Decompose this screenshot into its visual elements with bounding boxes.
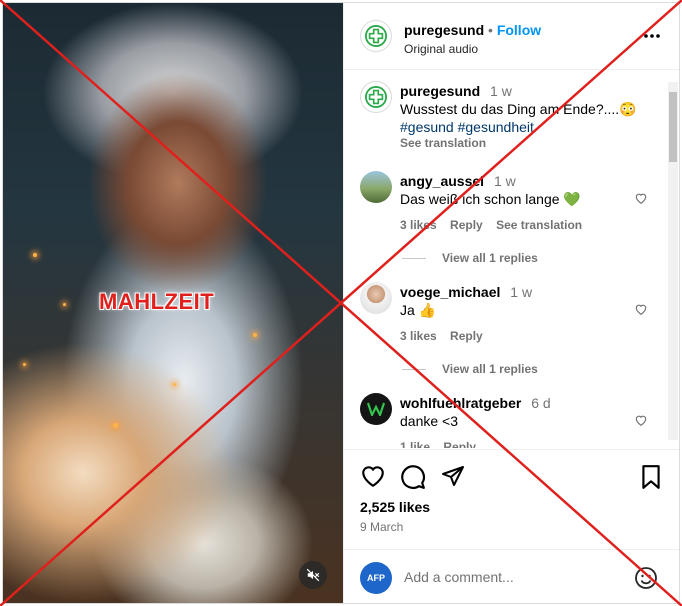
separator-dot: •: [488, 22, 493, 38]
spark: [63, 303, 66, 306]
comment-time: 6 d: [531, 395, 551, 411]
see-translation-button[interactable]: See translation: [496, 218, 582, 232]
spark: [173, 383, 176, 386]
caption-avatar[interactable]: [360, 81, 392, 113]
heart-icon: [635, 193, 647, 204]
speaker-muted-icon: [306, 568, 320, 582]
comment-likes[interactable]: 3 likes: [400, 218, 437, 232]
more-options-icon: [644, 34, 660, 38]
caption-time: 1 w: [490, 83, 512, 99]
caption-hashtags[interactable]: #gesund #gesundheit: [400, 118, 534, 136]
comment-time: 1 w: [493, 173, 516, 189]
comments-list[interactable]: puregesund 1 w Wusstest du das Ding am E…: [344, 70, 679, 448]
more-options-button[interactable]: [642, 29, 662, 48]
bookmark-icon: [642, 465, 660, 489]
reply-button[interactable]: Reply: [443, 440, 476, 448]
heart-icon: [362, 466, 384, 488]
emoji-button[interactable]: [634, 566, 658, 595]
green-cross-logo-icon: [365, 25, 387, 47]
comment-username[interactable]: angy_aussel: [400, 173, 484, 189]
emoji-icon: [635, 567, 657, 589]
comment-text: Das weiß ich schon lange 💚: [400, 191, 581, 207]
like-comment-button[interactable]: [634, 302, 648, 321]
comment-text: danke <3: [400, 413, 458, 429]
video-player[interactable]: MAHLZEIT: [3, 3, 343, 603]
comment-likes[interactable]: 1 like: [400, 440, 430, 448]
caption-username[interactable]: puregesund: [400, 83, 480, 99]
replies-divider: [402, 368, 426, 370]
save-button[interactable]: [640, 464, 662, 495]
like-comment-button[interactable]: [634, 413, 648, 432]
add-comment-bar: AFP: [344, 549, 679, 603]
audio-label[interactable]: Original audio: [404, 42, 478, 56]
like-comment-button[interactable]: [634, 191, 648, 210]
author-avatar[interactable]: [360, 20, 392, 52]
comment-username[interactable]: voege_michael: [400, 284, 500, 300]
likes-count[interactable]: 2,525 likes: [360, 499, 430, 515]
comments-scrollbar[interactable]: [668, 82, 678, 440]
action-bar: 2,525 likes 9 March: [344, 449, 679, 550]
caption-text: Wusstest du das Ding am Ende?....😳: [400, 101, 637, 117]
author-username[interactable]: puregesund: [404, 22, 484, 38]
comment-button[interactable]: [400, 464, 426, 495]
follow-button[interactable]: Follow: [497, 22, 541, 38]
heart-icon: [635, 415, 647, 426]
post-window: MAHLZEIT puregesund • Follow Original au…: [2, 2, 680, 604]
share-button[interactable]: [441, 464, 465, 493]
comment-text: Ja 👍: [400, 302, 437, 318]
commenter-avatar[interactable]: [360, 282, 392, 314]
user-avatar: AFP: [360, 562, 392, 594]
comment-time: 1 w: [510, 284, 533, 300]
paper-plane-icon: [442, 466, 464, 486]
commenter-avatar[interactable]: [360, 393, 392, 425]
reply-button[interactable]: Reply: [450, 329, 483, 343]
w-logo-icon: [367, 402, 385, 416]
scrollbar-thumb[interactable]: [669, 92, 677, 162]
comment-username[interactable]: wohlfuehlratgeber: [400, 395, 521, 411]
comment-bubble-icon: [401, 465, 425, 489]
comment-likes[interactable]: 3 likes: [400, 329, 437, 343]
heart-icon: [635, 304, 647, 315]
post-header: puregesund • Follow Original audio: [344, 3, 679, 70]
post-sidebar: puregesund • Follow Original audio pureg…: [343, 3, 679, 603]
spark: [23, 363, 26, 366]
post-date: 9 March: [360, 520, 404, 534]
spark: [113, 423, 118, 428]
view-replies-button[interactable]: View all 1 replies: [402, 251, 538, 265]
commenter-avatar[interactable]: [360, 171, 392, 203]
caption-see-translation[interactable]: See translation: [400, 136, 486, 150]
green-cross-logo-icon: [365, 86, 387, 108]
view-replies-button[interactable]: View all 1 replies: [402, 362, 538, 376]
replies-divider: [402, 257, 426, 259]
view-replies-label: View all 1 replies: [442, 362, 538, 376]
video-overlay-text: MAHLZEIT: [99, 289, 215, 314]
comment-input[interactable]: [402, 568, 616, 586]
reply-button[interactable]: Reply: [450, 218, 483, 232]
view-replies-label: View all 1 replies: [442, 251, 538, 265]
spark: [33, 253, 37, 257]
mute-button[interactable]: [299, 561, 327, 589]
like-button[interactable]: [360, 464, 386, 493]
spark: [253, 333, 257, 337]
